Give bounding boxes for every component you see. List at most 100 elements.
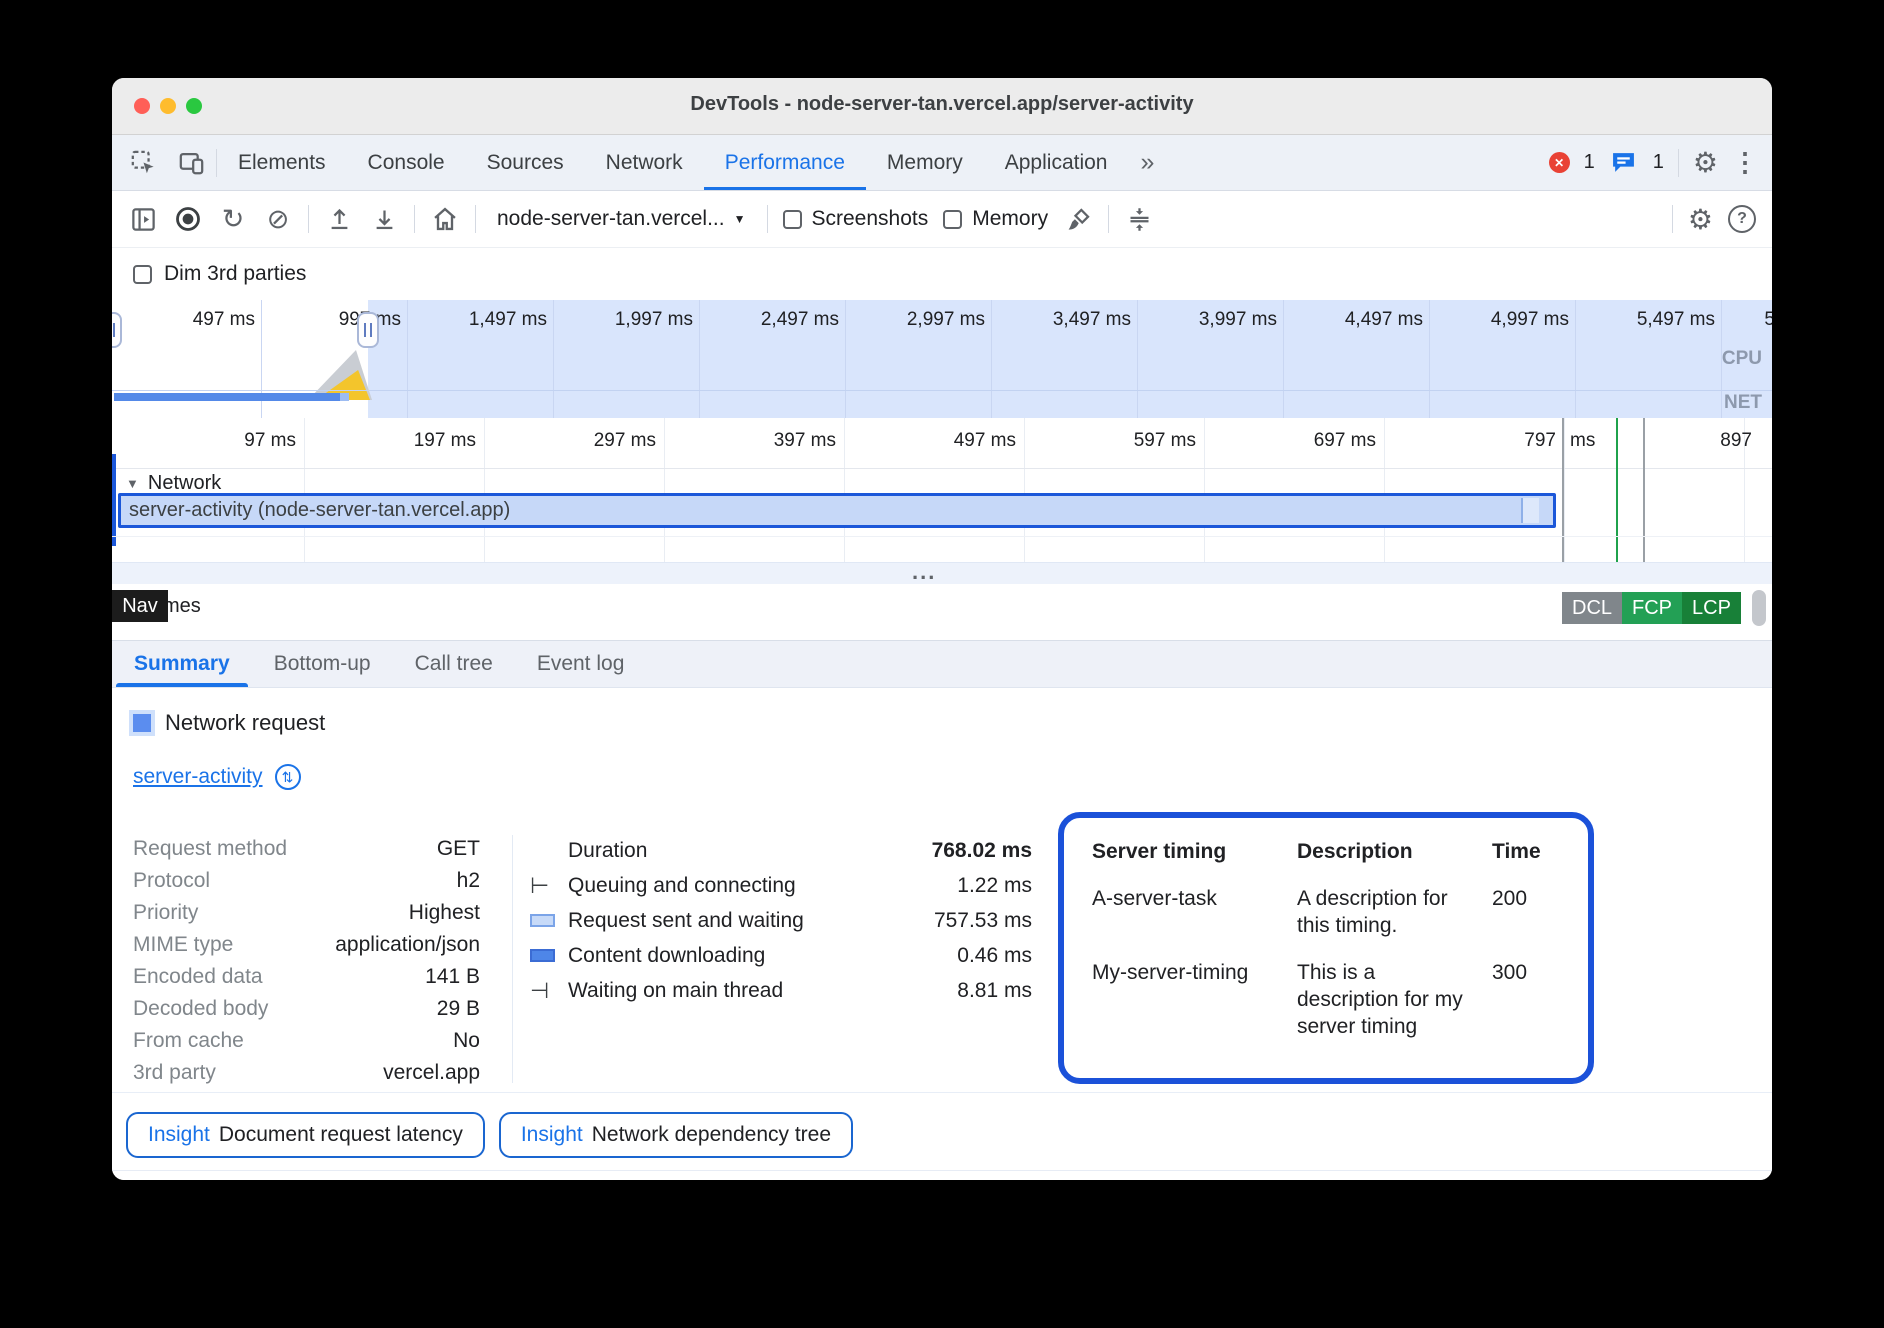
- details-tab[interactable]: Bottom-up: [252, 641, 393, 687]
- toggle-sidebar-icon[interactable]: [128, 204, 158, 234]
- error-badge-icon[interactable]: ✕: [1549, 152, 1570, 173]
- overflow-dots[interactable]: ...: [912, 559, 936, 585]
- record-icon[interactable]: [173, 204, 203, 234]
- timing-phase-icon: [530, 949, 568, 962]
- property-value: 141 B: [425, 965, 480, 989]
- issues-icon[interactable]: [1609, 148, 1639, 178]
- panel-tab[interactable]: Memory: [866, 135, 984, 190]
- details-tab[interactable]: Event log: [515, 641, 647, 687]
- property-label: MIME type: [133, 933, 233, 957]
- network-track-indicator: [112, 454, 116, 546]
- server-timing-description: A description for this timing.: [1297, 885, 1469, 939]
- settings-gear-icon[interactable]: ⚙: [1693, 146, 1718, 179]
- device-toolbar-icon[interactable]: [176, 148, 206, 178]
- overview-ruler-tick: 3,497 ms: [992, 300, 1138, 344]
- perf-settings-gear-icon[interactable]: ⚙: [1688, 203, 1713, 236]
- web-vital-badge[interactable]: FCP: [1622, 592, 1682, 624]
- history-select[interactable]: node-server-tan.vercel... ▼: [491, 207, 752, 231]
- chevron-down-icon[interactable]: ▼: [126, 476, 139, 491]
- timeline-overview[interactable]: 497 ms997 ms1,497 ms1,997 ms2,497 ms2,99…: [112, 300, 1772, 418]
- phase-glyph-icon: [530, 949, 555, 962]
- overview-ruler-tick: 3,997 ms: [1138, 300, 1284, 344]
- overview-network-bar-tail: [340, 393, 349, 401]
- overview-ruler-tick: 2,997 ms: [846, 300, 992, 344]
- panel-tab[interactable]: Performance: [704, 135, 866, 190]
- memory-label: Memory: [972, 207, 1048, 231]
- details-tab[interactable]: Summary: [112, 641, 252, 687]
- memory-toggle[interactable]: Memory: [943, 207, 1048, 231]
- overview-ruler-tick: 1,497 ms: [408, 300, 554, 344]
- vertical-scrollbar[interactable]: [1752, 590, 1766, 626]
- property-row: MIME type application/json: [133, 929, 480, 961]
- track-ruler-tick: 597 ms: [1024, 418, 1204, 468]
- download-profile-icon[interactable]: [369, 204, 399, 234]
- panel-tab[interactable]: Console: [347, 135, 466, 190]
- dim-3rd-parties-checkbox[interactable]: [133, 265, 152, 284]
- kebab-menu-icon[interactable]: ⋮: [1732, 147, 1758, 178]
- devtools-tab-bar: ElementsConsoleSourcesNetworkPerformance…: [112, 135, 1772, 191]
- divider: [1672, 205, 1673, 233]
- help-icon[interactable]: ?: [1728, 205, 1756, 233]
- panel-tab[interactable]: Sources: [466, 135, 585, 190]
- insight-chip-button[interactable]: Insight Document request latency: [126, 1112, 485, 1158]
- panel-tab[interactable]: Application: [984, 135, 1129, 190]
- track-overflow-band[interactable]: ...: [112, 562, 1772, 586]
- help-question-glyph: ?: [1737, 210, 1747, 228]
- memory-checkbox[interactable]: [943, 210, 962, 229]
- legend-label: Network request: [165, 710, 325, 736]
- timing-breakdown: Duration 768.02 ms ⊢ Queuing and connect…: [530, 833, 1032, 1008]
- server-timing-name: My-server-timing: [1092, 959, 1297, 1040]
- request-link[interactable]: server-activity: [133, 765, 263, 789]
- more-tabs-icon[interactable]: »: [1128, 135, 1166, 190]
- collapse-tracks-icon[interactable]: [1124, 204, 1154, 234]
- clear-icon[interactable]: ⊘: [263, 204, 293, 234]
- selection-handle-right[interactable]: [357, 312, 379, 348]
- property-value: h2: [457, 869, 480, 893]
- timing-label: Content downloading: [568, 944, 957, 968]
- net-track-label: NET: [1724, 392, 1762, 414]
- timing-value: 0.46 ms: [957, 944, 1032, 968]
- track-ruler-tick: 97 ms: [112, 418, 304, 468]
- web-vital-badge[interactable]: LCP: [1682, 592, 1741, 624]
- server-timing-row: My-server-timing This is a description f…: [1092, 959, 1568, 1040]
- gc-broom-icon[interactable]: [1063, 204, 1093, 234]
- insight-label: Network dependency tree: [592, 1123, 831, 1147]
- selection-handle-left[interactable]: [112, 312, 122, 348]
- panel-tab[interactable]: Network: [585, 135, 704, 190]
- server-timing-rows: A-server-task A description for this tim…: [1092, 885, 1568, 1040]
- upload-profile-icon[interactable]: [324, 204, 354, 234]
- panel-tab[interactable]: Elements: [217, 135, 347, 190]
- timeline-tracks[interactable]: 97 ms197 ms297 ms397 ms497 ms597 ms697 m…: [112, 418, 1772, 640]
- cpu-track-label: CPU: [1722, 348, 1762, 370]
- track-ruler: 97 ms197 ms297 ms397 ms497 ms597 ms697 m…: [112, 418, 1772, 469]
- property-value: application/json: [335, 933, 480, 957]
- reveal-in-network-icon[interactable]: ⇅: [275, 764, 301, 790]
- network-request-bar-tail: [1521, 498, 1539, 523]
- home-icon[interactable]: [430, 204, 460, 234]
- property-row: Priority Highest: [133, 897, 480, 929]
- property-label: Priority: [133, 901, 198, 925]
- details-tab[interactable]: Call tree: [393, 641, 515, 687]
- server-timing-card: Server timing Description Time A-server-…: [1058, 812, 1594, 1084]
- overview-ruler-tick: 997 ms: [262, 300, 408, 344]
- chevron-down-icon: ▼: [734, 212, 746, 226]
- server-timing-header: Server timing: [1092, 838, 1297, 865]
- dim-3rd-parties-row: Dim 3rd parties: [112, 248, 1772, 300]
- timing-row: ⊢ Queuing and connecting 1.22 ms: [530, 868, 1032, 903]
- duration-row: Duration 768.02 ms: [530, 833, 1032, 868]
- network-track-header[interactable]: ▼ Network: [126, 472, 221, 495]
- network-request-bar[interactable]: server-activity (node-server-tan.vercel.…: [118, 493, 1556, 528]
- overview-ruler-tick: 4,497 ms: [1284, 300, 1430, 344]
- network-request-bar-label: server-activity (node-server-tan.vercel.…: [129, 499, 510, 522]
- server-timing-time: 200: [1492, 885, 1568, 939]
- web-vital-badge[interactable]: DCL: [1562, 592, 1622, 624]
- inspect-element-icon[interactable]: [128, 148, 158, 178]
- legend-row: Network request: [133, 710, 325, 736]
- request-properties: Request method GET Protocol h2 Priority …: [133, 833, 480, 1089]
- insight-chip-button[interactable]: Insight Network dependency tree: [499, 1112, 853, 1158]
- divider: [414, 205, 415, 233]
- screenshots-toggle[interactable]: Screenshots: [783, 207, 929, 231]
- reload-and-record-icon[interactable]: ↻: [218, 204, 248, 234]
- frames-track[interactable]: Frames Nav: [112, 584, 1772, 640]
- screenshots-checkbox[interactable]: [783, 210, 802, 229]
